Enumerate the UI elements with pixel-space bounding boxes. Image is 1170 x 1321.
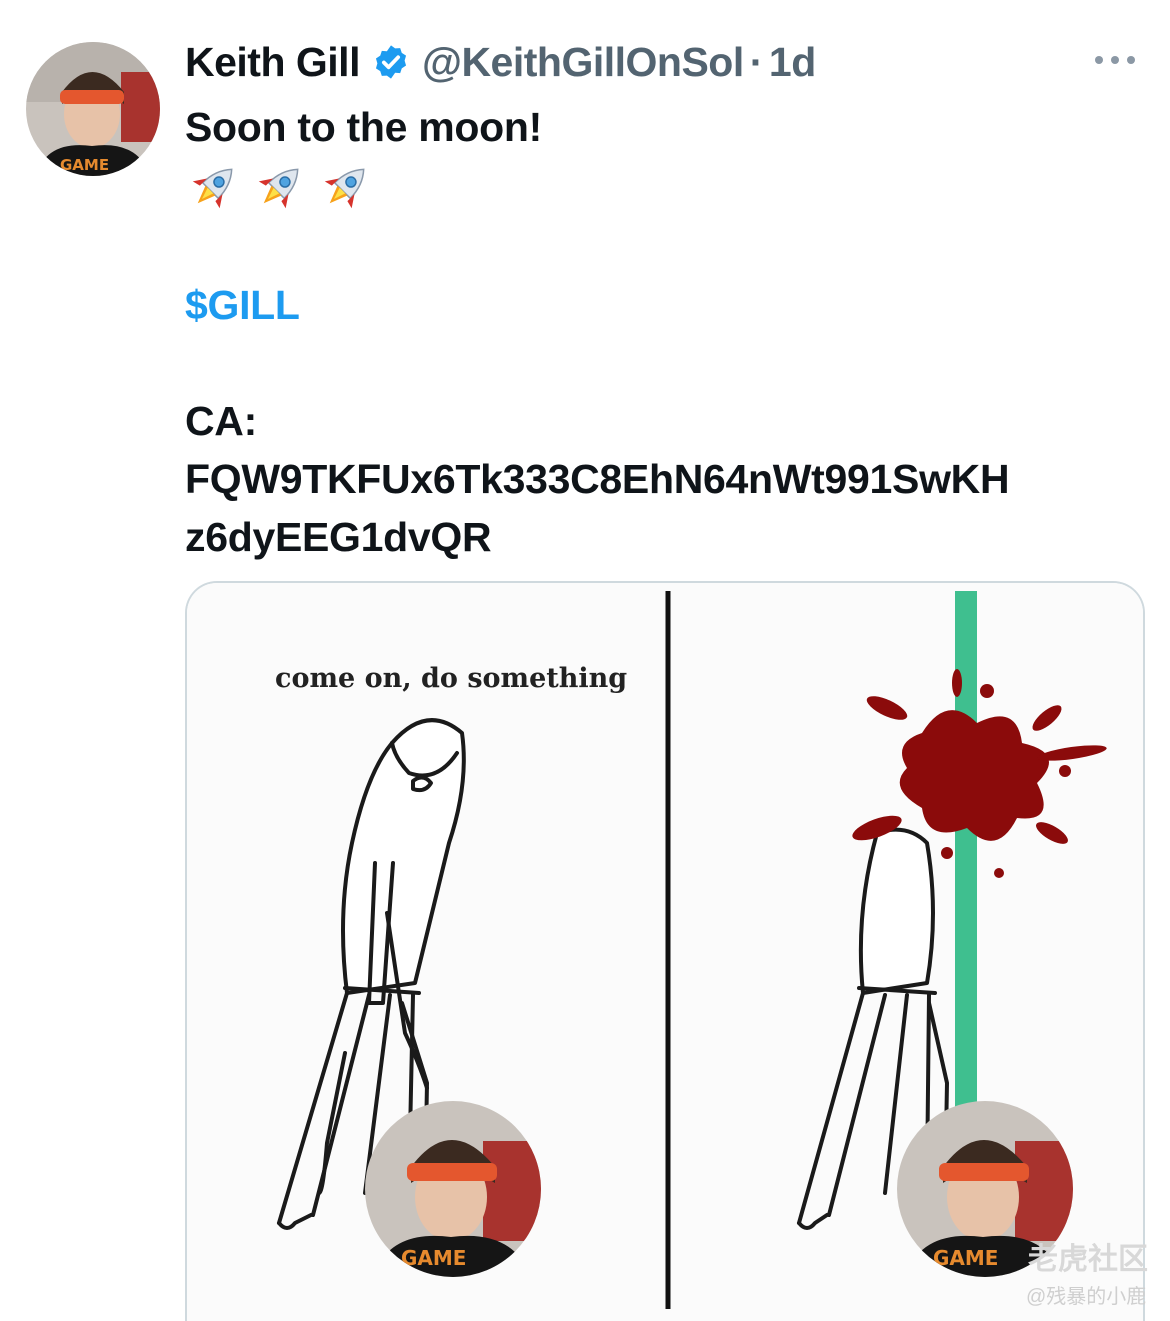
tweet-header: Keith Gill @KeithGillOnSol · 1d xyxy=(185,36,816,88)
header-separator: · xyxy=(749,38,764,85)
rocket-icon xyxy=(192,168,233,209)
watermark-user: @残暴的小鹿 xyxy=(1026,1286,1147,1308)
verified-badge-icon xyxy=(375,45,407,79)
author-name[interactable]: Keith Gill xyxy=(185,39,360,86)
cashtag-link[interactable]: $GILL xyxy=(185,282,300,328)
contract-address-line-1: FQW9TKFUx6Tk333C8EhN64nWt991SwKH xyxy=(185,456,1010,502)
avatar-image: GAME xyxy=(26,42,160,176)
rocket-emoji-row xyxy=(185,156,1009,218)
tweet-media[interactable]: GAME GAME come on, do something xyxy=(185,581,1145,1321)
contract-address-line-2: z6dyEEG1dvQR xyxy=(185,514,492,560)
meme-caption: come on, do something xyxy=(275,663,628,694)
author-avatar[interactable]: GAME xyxy=(26,42,160,176)
tweet-text: Soon to the moon! $GILL CA: FQW9TKFUx6Tk… xyxy=(185,98,1010,566)
ca-label: CA: xyxy=(185,398,257,444)
tweet-timestamp[interactable]: 1d xyxy=(769,39,816,86)
rocket-icon xyxy=(258,168,299,209)
rocket-icon xyxy=(324,168,365,209)
tweet-line-1: Soon to the moon! xyxy=(185,104,542,150)
avatar-shirt-text: GAME xyxy=(60,156,109,174)
watermark-brand: 老虎社区 xyxy=(1028,1243,1148,1276)
author-handle[interactable]: @KeithGillOnSol xyxy=(422,39,744,86)
more-options-icon[interactable] xyxy=(1092,48,1138,72)
